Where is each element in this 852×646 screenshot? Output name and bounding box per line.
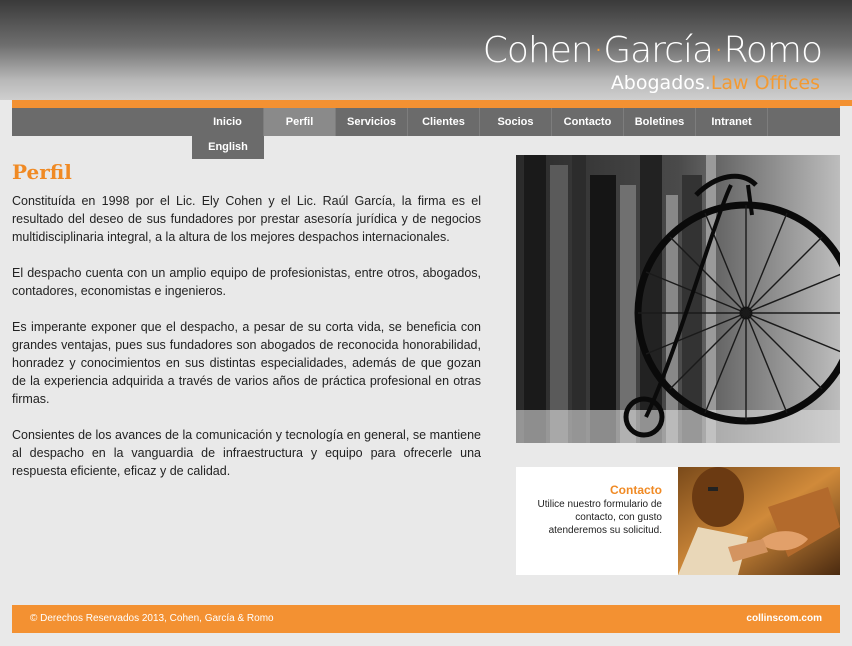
contact-promo-line: contacto, con gusto xyxy=(575,512,662,523)
contact-promo-text: Utilice nuestro formulario de contacto, … xyxy=(516,498,663,537)
footer-credit-link[interactable]: collinscom.com xyxy=(746,613,822,624)
contact-promo[interactable]: Contacto Utilice nuestro formulario de c… xyxy=(516,467,840,575)
brand-logo[interactable]: Cohen·García·Romo xyxy=(482,30,823,71)
paragraph: El despacho cuenta con un amplio equipo … xyxy=(12,266,481,298)
contact-promo-line: atenderemos su solicitud. xyxy=(548,525,662,536)
paragraph: Es imperante exponer que el despacho, a … xyxy=(12,320,481,406)
tagline-abogados: Abogados. xyxy=(610,72,711,94)
paragraph: Constituída en 1998 por el Lic. Ely Cohe… xyxy=(12,194,481,244)
header-accent-strip xyxy=(840,100,852,106)
nav-item-intranet[interactable]: Intranet xyxy=(696,108,768,136)
contact-promo-line: Utilice nuestro formulario de xyxy=(537,499,663,510)
site-header: Cohen·García·Romo Abogados.Law Offices xyxy=(0,0,852,100)
site-footer: © Derechos Reservados 2013, Cohen, Garcí… xyxy=(12,605,840,633)
footer-copyright: © Derechos Reservados 2013, Cohen, Garcí… xyxy=(30,613,274,624)
nav-item-inicio[interactable]: Inicio xyxy=(192,108,264,136)
contact-promo-title[interactable]: Contacto xyxy=(516,483,662,497)
bicycle-photo xyxy=(516,155,840,443)
nav-item-clientes[interactable]: Clientes xyxy=(408,108,480,136)
nav-item-socios[interactable]: Socios xyxy=(480,108,552,136)
bicycle-illustration xyxy=(516,155,840,443)
handshake-illustration xyxy=(678,467,840,575)
main-nav: Inicio Perfil Servicios Clientes Socios … xyxy=(12,108,840,136)
brand-separator: · xyxy=(592,30,604,71)
brand-name-garcia: García xyxy=(603,30,714,71)
brand-separator: · xyxy=(713,30,724,71)
brand-name-cohen: Cohen xyxy=(482,30,594,71)
nav-item-servicios[interactable]: Servicios xyxy=(336,108,408,136)
profile-content: Constituída en 1998 por el Lic. Ely Cohe… xyxy=(12,192,481,498)
header-accent-bar xyxy=(12,100,840,108)
tagline-law-offices: Law Offices xyxy=(710,72,820,94)
paragraph: Consientes de los avances de la comunica… xyxy=(12,428,481,478)
handshake-photo xyxy=(678,467,840,575)
brand-tagline: Abogados.Law Offices xyxy=(611,72,820,94)
brand-name-romo: Romo xyxy=(723,30,823,71)
nav-item-english[interactable]: English xyxy=(192,136,264,159)
nav-item-perfil[interactable]: Perfil xyxy=(264,108,336,136)
page-title: Perfil xyxy=(12,160,72,184)
nav-item-boletines[interactable]: Boletines xyxy=(624,108,696,136)
nav-item-contacto[interactable]: Contacto xyxy=(552,108,624,136)
